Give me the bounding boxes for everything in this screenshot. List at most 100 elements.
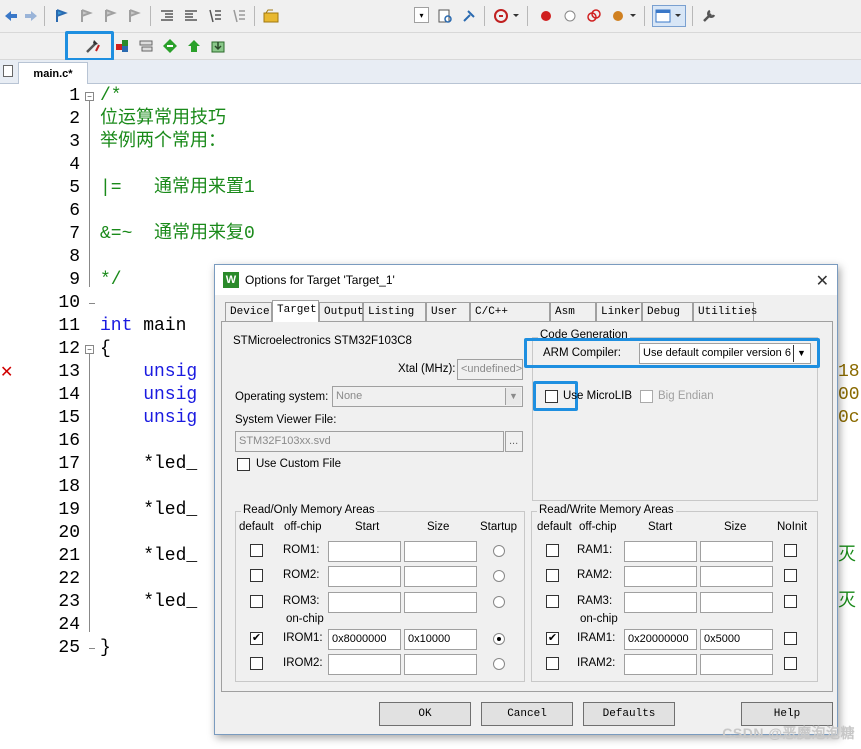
comment-icon[interactable]	[206, 7, 224, 25]
os-value: None	[336, 390, 363, 402]
code-fragment: 00	[838, 385, 860, 405]
unindent-icon[interactable]	[182, 7, 200, 25]
tab-utilities[interactable]: Utilities	[693, 302, 757, 321]
uncomment-icon[interactable]	[230, 7, 248, 25]
tab-target[interactable]: Target	[272, 300, 319, 322]
ro_mem-size-field[interactable]	[404, 566, 477, 587]
rw_mem-size-field[interactable]	[700, 654, 773, 675]
find-in-files-icon[interactable]	[436, 7, 454, 25]
ro_mem-default-checkbox[interactable]	[250, 595, 263, 608]
ro_mem-size-field[interactable]: 0x10000	[404, 629, 477, 650]
ro_mem-start-field[interactable]	[328, 654, 401, 675]
startup-radio[interactable]	[493, 658, 505, 670]
tab-user[interactable]: User	[426, 302, 470, 321]
noinit-checkbox[interactable]	[784, 632, 797, 645]
svf-browse-button[interactable]: ...	[505, 431, 523, 452]
breakpoint-icon[interactable]	[537, 7, 555, 25]
tab-debug[interactable]: Debug	[642, 302, 693, 321]
window-icon[interactable]	[652, 5, 686, 27]
rw_mem-start-field[interactable]: 0x20000000	[624, 629, 697, 650]
tab-main-c[interactable]: main.c*	[18, 62, 88, 84]
use-microlib-checkbox[interactable]	[545, 390, 558, 403]
svf-field[interactable]: STM32F103xx.svd	[235, 431, 504, 452]
noinit-checkbox[interactable]	[784, 595, 797, 608]
find-combo-icon[interactable]: ▾	[414, 7, 429, 23]
ro_mem-start-field[interactable]: 0x8000000	[328, 629, 401, 650]
rw_mem-start-field[interactable]	[624, 541, 697, 562]
close-icon[interactable]: ✕	[816, 271, 829, 291]
rw_mem-default-checkbox[interactable]	[546, 657, 559, 670]
ro_mem-start-field[interactable]	[328, 541, 401, 562]
breakpoint-kill-icon[interactable]	[585, 7, 603, 25]
bookmark-next-icon[interactable]	[101, 7, 119, 25]
arm-compiler-select[interactable]: Use default compiler version 6 ▼	[639, 343, 811, 364]
debug-icon[interactable]	[492, 7, 520, 25]
fold-toggle-icon[interactable]: −	[85, 345, 94, 354]
startup-radio[interactable]	[493, 596, 505, 608]
rw_mem-size-field[interactable]	[700, 592, 773, 613]
ro_mem-default-checkbox[interactable]: ✔	[250, 632, 263, 645]
rw_mem-default-checkbox[interactable]: ✔	[546, 632, 559, 645]
startup-radio[interactable]	[493, 570, 505, 582]
options-for-target-icon[interactable]	[84, 37, 102, 55]
noinit-checkbox[interactable]	[784, 657, 797, 670]
ro_mem-start-field[interactable]	[328, 592, 401, 613]
rw_mem-start-field[interactable]	[624, 654, 697, 675]
rw_mem-size-field[interactable]: 0x5000	[700, 629, 773, 650]
ro_mem-size-field[interactable]	[404, 654, 477, 675]
bookmark-clear-icon[interactable]	[125, 7, 143, 25]
back-icon[interactable]	[2, 7, 20, 25]
breakpoint-menu-icon[interactable]	[609, 7, 639, 25]
xtal-field[interactable]: <undefined>	[457, 359, 523, 380]
configure-icon[interactable]	[700, 7, 718, 25]
line-number: 10	[58, 293, 80, 313]
select-packs-icon[interactable]	[137, 37, 155, 55]
ro_mem-size-field[interactable]	[404, 592, 477, 613]
rw_mem-start-field[interactable]	[624, 566, 697, 587]
startup-radio[interactable]	[493, 545, 505, 557]
big-endian-checkbox[interactable]	[640, 390, 653, 403]
use-custom-file-checkbox[interactable]	[237, 458, 250, 471]
tab-device[interactable]: Device	[225, 302, 272, 321]
download-icon[interactable]	[209, 37, 227, 55]
tab-listing[interactable]: Listing	[363, 302, 426, 321]
defaults-button[interactable]: Defaults	[583, 702, 675, 726]
noinit-checkbox[interactable]	[784, 569, 797, 582]
ro_mem-size-field[interactable]	[404, 541, 477, 562]
ro_mem-default-checkbox[interactable]	[250, 544, 263, 557]
line-number: 9	[69, 270, 80, 290]
manage-project-items-icon[interactable]	[113, 37, 131, 55]
ro_mem-default-checkbox[interactable]	[250, 569, 263, 582]
rw-header-size: Size	[724, 521, 747, 533]
os-select[interactable]: None ▼	[332, 386, 523, 407]
ok-button[interactable]: OK	[379, 702, 471, 726]
code-line: 举例两个常用：	[100, 131, 226, 154]
rw_mem-default-checkbox[interactable]	[546, 595, 559, 608]
rw_mem-start-field[interactable]	[624, 592, 697, 613]
rw_mem-default-checkbox[interactable]	[546, 569, 559, 582]
indent-icon[interactable]	[158, 7, 176, 25]
load-icon[interactable]	[185, 37, 203, 55]
tab-output[interactable]: Output	[319, 302, 364, 321]
rw_mem-size-field[interactable]	[700, 566, 773, 587]
tab-asm[interactable]: Asm	[550, 302, 596, 321]
tab-c-c-ac6-[interactable]: C/C++ (AC6)	[470, 302, 550, 336]
find-combo[interactable]	[283, 7, 433, 26]
rw_mem-default-checkbox[interactable]	[546, 544, 559, 557]
breakpoint-disable-icon[interactable]	[561, 7, 579, 25]
noinit-checkbox[interactable]	[784, 544, 797, 557]
rw_mem-size-field[interactable]	[700, 541, 773, 562]
tab-linker[interactable]: Linker	[596, 302, 642, 321]
ro_mem-default-checkbox[interactable]	[250, 657, 263, 670]
find-icon[interactable]	[460, 7, 478, 25]
bookmark-icon[interactable]	[52, 7, 70, 25]
startup-radio[interactable]	[493, 633, 505, 645]
cancel-button[interactable]: Cancel	[481, 702, 573, 726]
open-file-icon[interactable]	[262, 7, 280, 25]
bookmark-prev-icon[interactable]	[77, 7, 95, 25]
rw-onchip-label: on-chip	[580, 613, 618, 625]
ro_mem-start-field[interactable]	[328, 566, 401, 587]
forward-icon[interactable]	[22, 7, 40, 25]
fold-toggle-icon[interactable]: −	[85, 92, 94, 101]
pack-installer-icon[interactable]	[161, 37, 179, 55]
